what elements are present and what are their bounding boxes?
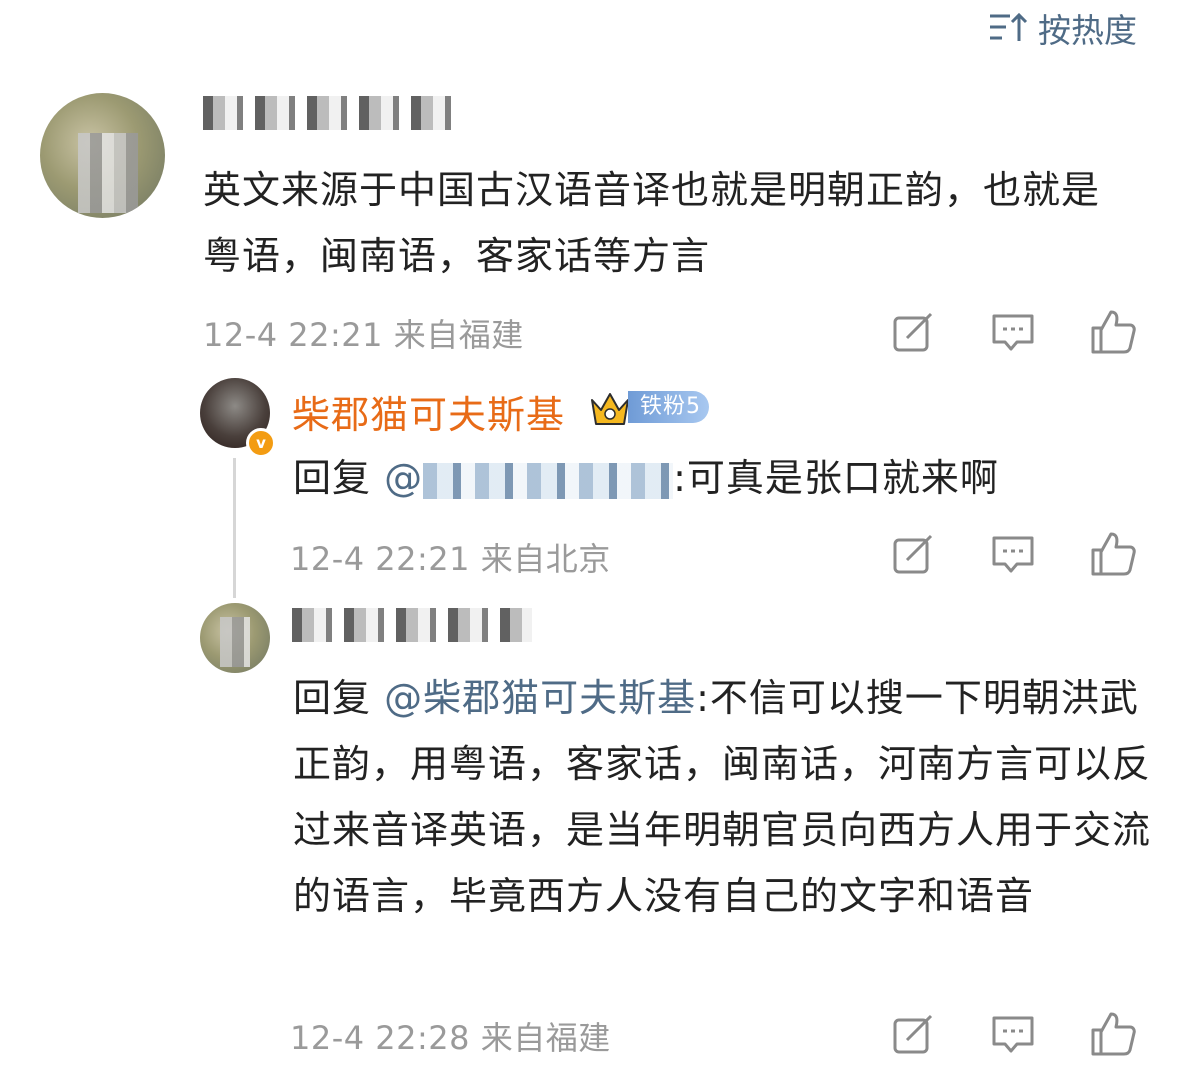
share-icon[interactable] <box>889 530 937 578</box>
reply-meta: 12-4 22:21 来自北京 <box>290 534 611 580</box>
username-redacted[interactable] <box>292 608 532 642</box>
fan-badge[interactable]: 铁粉5 <box>628 391 709 423</box>
comment-text: 英文来源于中国古汉语音译也就是明朝正韵，也就是粤语，闽南语，客家话等方言 <box>203 168 1101 278</box>
sort-icon <box>988 11 1028 45</box>
avatar-mosaic <box>220 617 250 667</box>
crown-icon <box>591 393 629 425</box>
reply-author[interactable]: 柴郡猫可夫斯基 <box>292 384 565 439</box>
reply-location: 来自北京 <box>480 540 611 578</box>
avatar[interactable] <box>40 93 165 218</box>
reply-meta: 12-4 22:28 来自福建 <box>290 1013 611 1059</box>
share-icon[interactable] <box>889 308 937 356</box>
reply-text: 回复 @柴郡猫可夫斯基:不信可以搜一下明朝洪武正韵，用粤语，客家话，闽南话，河南… <box>293 665 1153 929</box>
reply-prefix: 回复 <box>293 456 372 500</box>
reply-body: :可真是张口就来啊 <box>673 456 999 500</box>
avatar-mosaic <box>78 133 138 213</box>
reply-actions <box>889 530 1137 578</box>
thread-line <box>233 458 236 598</box>
reply-text: 回复 @:可真是张口就来啊 <box>293 445 1153 511</box>
like-icon[interactable] <box>1089 1010 1137 1058</box>
comment-icon[interactable] <box>989 308 1037 356</box>
comment-location: 来自福建 <box>393 316 524 354</box>
reply-time: 12-4 22:21 <box>290 540 471 578</box>
like-icon[interactable] <box>1089 308 1137 356</box>
mention-link[interactable]: @ <box>384 456 674 500</box>
username-redacted[interactable] <box>203 96 453 130</box>
sort-label: 按热度 <box>1038 11 1137 50</box>
avatar[interactable] <box>200 603 270 673</box>
comment-meta: 12-4 22:21 来自福建 <box>203 310 524 356</box>
comment-icon[interactable] <box>989 1010 1037 1058</box>
reply-time: 12-4 22:28 <box>290 1019 471 1057</box>
verified-icon: v <box>246 428 276 458</box>
like-icon[interactable] <box>1089 530 1137 578</box>
mention-link[interactable]: @柴郡猫可夫斯基 <box>384 676 696 720</box>
reply-actions <box>889 1010 1137 1058</box>
comment-time: 12-4 22:21 <box>203 316 384 354</box>
mention-redacted <box>423 462 674 499</box>
reply-prefix: 回复 <box>293 676 372 720</box>
share-icon[interactable] <box>889 1010 937 1058</box>
comment-icon[interactable] <box>989 530 1037 578</box>
comment-actions <box>889 308 1137 356</box>
sort-by-heat-button[interactable]: 按热度 <box>988 4 1137 52</box>
reply-location: 来自福建 <box>480 1019 611 1057</box>
